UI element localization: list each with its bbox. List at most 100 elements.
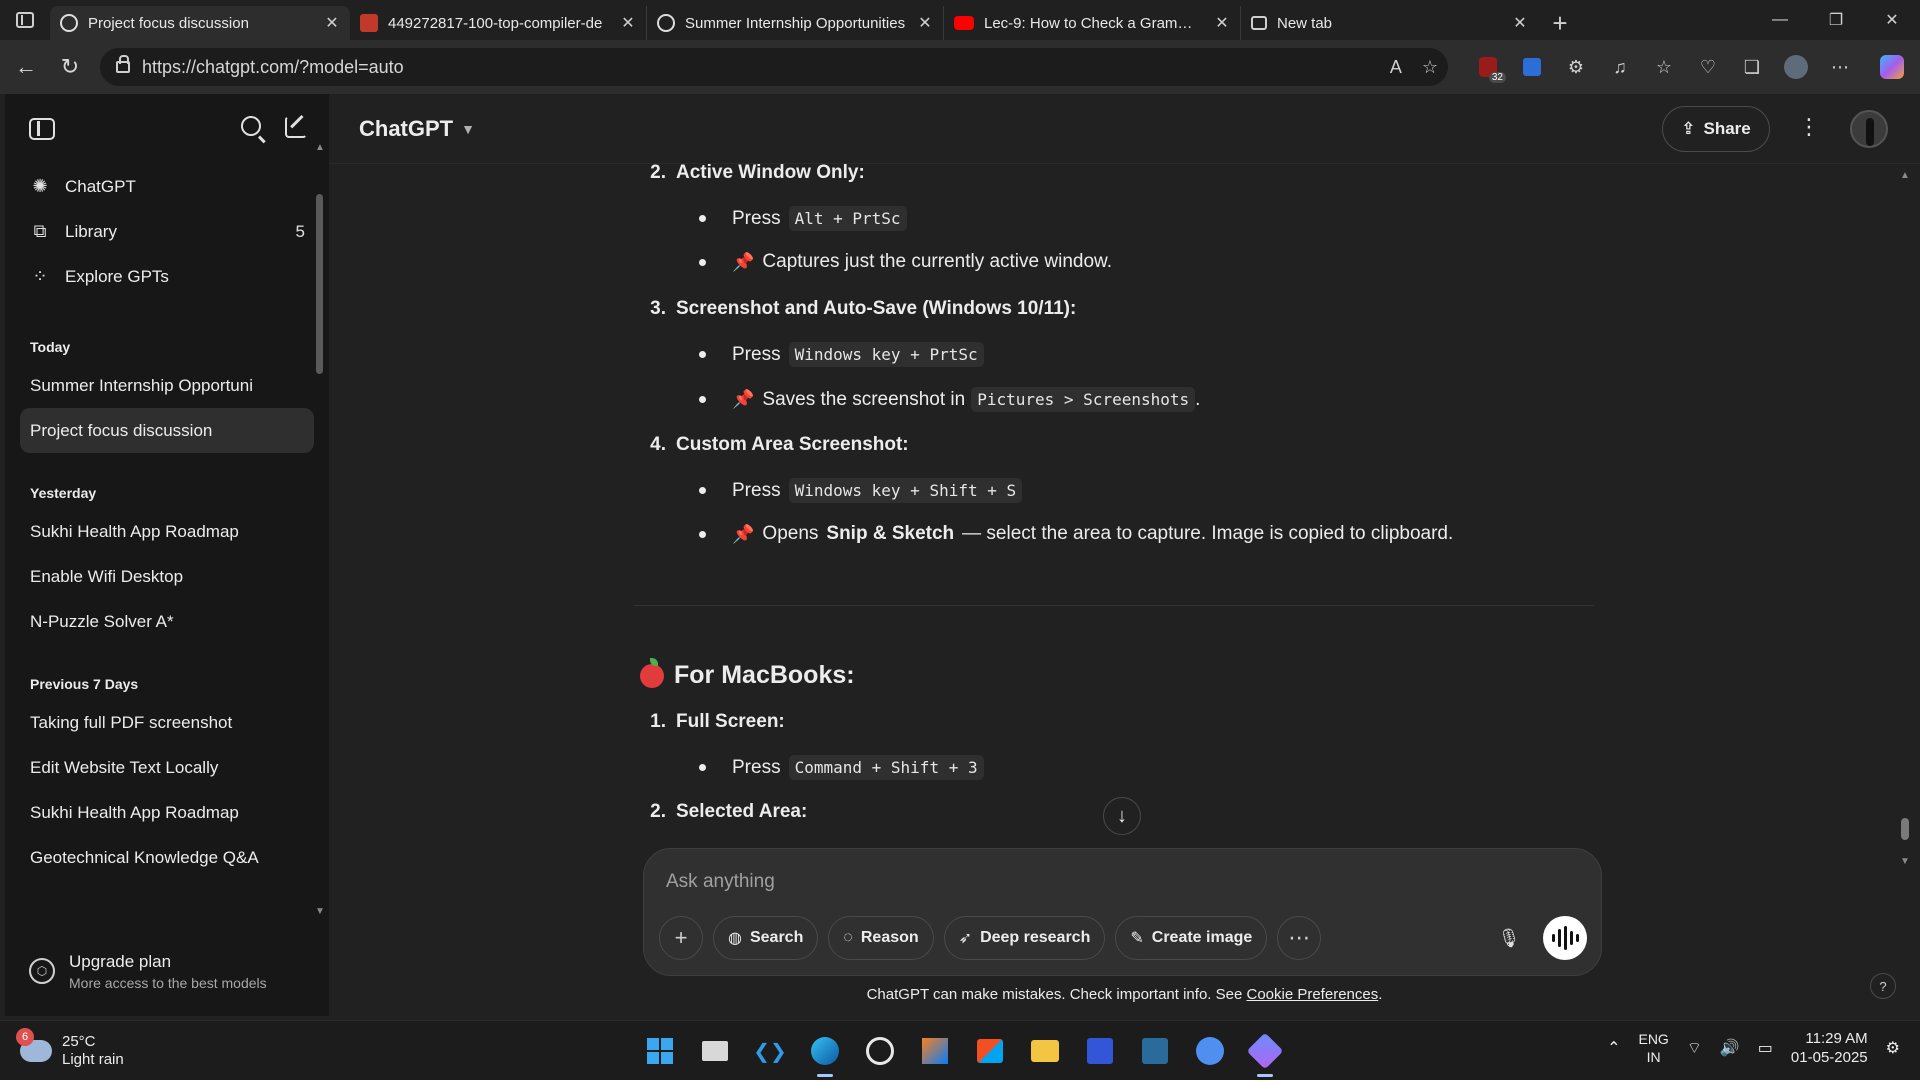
more-options-icon[interactable]: ⋯ (1822, 49, 1858, 85)
sidebar-item-chatgpt[interactable]: ✺ ChatGPT (5, 164, 329, 209)
refresh-icon[interactable]: ↻ (48, 47, 92, 87)
favorites-icon[interactable]: ☆ (1646, 49, 1682, 85)
scroll-up-icon[interactable]: ▲ (1900, 170, 1910, 181)
prompt-input[interactable] (666, 867, 1546, 897)
scroll-to-bottom-button[interactable]: ↓ (1103, 797, 1141, 835)
browser-tab-2[interactable]: Summer Internship Opportunities ✕ (647, 6, 944, 40)
model-selector[interactable]: ChatGPT ▼ (359, 116, 475, 142)
health-icon[interactable]: ♡ (1690, 49, 1726, 85)
weather-widget[interactable]: 6 25°C Light rain (16, 1028, 124, 1069)
chat-item[interactable]: Enable Wifi Desktop (20, 554, 314, 599)
search-icon[interactable] (241, 116, 261, 136)
sidebar-scroll-down-icon[interactable]: ▼ (315, 906, 325, 917)
lock-icon[interactable] (116, 55, 130, 73)
back-icon[interactable]: ← (4, 47, 48, 87)
taskbar: 6 25°C Light rain ❮❯ ⌃ ENG IN ⌔ 🔊 ▭ 11:2… (0, 1020, 1920, 1080)
microphone-icon[interactable]: 🎙 (1487, 916, 1531, 960)
extensions-puzzle-icon[interactable]: ⚙ (1558, 49, 1594, 85)
jetbrains-icon[interactable] (913, 1029, 957, 1073)
clock[interactable]: 11:29 AM 01-05-2025 (1791, 1029, 1868, 1067)
copilot-app-icon[interactable] (1243, 1029, 1287, 1077)
close-tab-icon[interactable]: ✕ (1214, 13, 1230, 33)
profile-icon[interactable] (1778, 49, 1814, 85)
avatar[interactable] (1850, 110, 1888, 148)
file-explorer-icon[interactable] (1023, 1029, 1067, 1073)
chat-item[interactable]: Sukhi Health App Roadmap (20, 790, 314, 835)
vnc-icon[interactable] (1133, 1029, 1177, 1073)
whatsapp-icon[interactable] (858, 1029, 902, 1073)
wifi-icon[interactable]: ⌔ (1687, 1038, 1702, 1058)
close-tab-icon[interactable]: ✕ (324, 13, 340, 33)
task-view-icon[interactable] (693, 1029, 737, 1073)
scroll-down-icon[interactable]: ▼ (1900, 856, 1910, 867)
deep-research-button[interactable]: ➶ Deep research (943, 916, 1106, 960)
sidebar-scroll-up-icon[interactable]: ▲ (315, 142, 325, 153)
minimize-icon[interactable]: — (1752, 0, 1808, 40)
chat-item-active[interactable]: Project focus discussion (20, 408, 314, 453)
main-scrollbar[interactable]: ▲ ▼ (1898, 164, 1912, 867)
browser-tab-4[interactable]: New tab ✕ (1241, 6, 1538, 40)
sidebar-item-explore-gpts[interactable]: ⁘ Explore GPTs (5, 254, 329, 299)
browser-tab-1[interactable]: 449272817-100-top-compiler-de ✕ (350, 6, 647, 40)
list-item: 2. Selected Area: (642, 801, 807, 823)
collections-icon[interactable]: ❏ (1734, 49, 1770, 85)
search-button[interactable]: ◍ Search (713, 916, 819, 960)
sidebar: ✺ ChatGPT ⧉ Library 5 ⁘ Explore GPTs Tod… (5, 94, 329, 1016)
extension-blue-icon[interactable] (1514, 49, 1550, 85)
tab-actions-icon[interactable] (0, 0, 50, 40)
chevron-up-icon[interactable]: ⌃ (1607, 1038, 1620, 1058)
voice-mode-button[interactable] (1543, 916, 1587, 960)
sidebar-toggle-icon[interactable] (29, 118, 55, 140)
close-tab-icon[interactable]: ✕ (620, 13, 636, 33)
upgrade-plan-button[interactable]: ⬡ Upgrade plan More access to the best m… (5, 926, 329, 1016)
vscode-icon[interactable]: ❮❯ (748, 1029, 792, 1073)
close-tab-icon[interactable]: ✕ (917, 13, 933, 33)
language-indicator[interactable]: ENG IN (1638, 1030, 1668, 1066)
bullet-text: Press (732, 207, 781, 229)
more-options-icon[interactable]: ⋮ (1798, 114, 1820, 140)
notifications-icon[interactable]: ⚙ (1886, 1038, 1900, 1058)
mysql-workbench-icon[interactable] (1078, 1029, 1122, 1073)
chat-item[interactable]: Taking full PDF screenshot (20, 700, 314, 745)
chat-item[interactable]: Sukhi Health App Roadmap (20, 509, 314, 554)
reason-button[interactable]: ◌ Reason (828, 916, 934, 960)
close-window-icon[interactable]: ✕ (1864, 0, 1920, 40)
media-icon[interactable]: ♫ (1602, 49, 1638, 85)
section-label-previous-7-days: Previous 7 Days (30, 676, 139, 692)
browser-tab-0[interactable]: Project focus discussion ✕ (50, 6, 350, 40)
openai-icon: ✺ (32, 176, 48, 196)
chat-item[interactable]: N-Puzzle Solver A* (20, 599, 314, 644)
sidebar-item-library[interactable]: ⧉ Library 5 (5, 209, 329, 254)
store-icon[interactable] (968, 1029, 1012, 1073)
restore-icon[interactable]: ❐ (1808, 0, 1864, 40)
close-tab-icon[interactable]: ✕ (1512, 13, 1528, 33)
volume-icon[interactable]: 🔊 (1720, 1038, 1740, 1058)
attach-button[interactable]: + (659, 916, 703, 960)
url-field[interactable]: https://chatgpt.com/?model=auto A ☆ (100, 48, 1448, 86)
favorite-star-icon[interactable]: ☆ (1422, 57, 1438, 78)
scrollbar-thumb[interactable] (1901, 818, 1909, 840)
url-text[interactable]: https://chatgpt.com/?model=auto (142, 57, 404, 78)
new-tab-button[interactable]: + (1538, 6, 1582, 40)
more-tools-button[interactable]: ⋯ (1277, 916, 1322, 960)
ublock-extension-icon[interactable]: 32 (1470, 49, 1506, 85)
bullet-text: . (1195, 388, 1201, 410)
edge-icon[interactable] (803, 1029, 847, 1077)
read-aloud-icon[interactable]: A (1390, 57, 1402, 78)
chat-item[interactable]: Edit Website Text Locally (20, 745, 314, 790)
browser-tab-3[interactable]: Lec-9: How to Check a Grammar i ✕ (944, 6, 1241, 40)
help-button[interactable]: ? (1870, 973, 1896, 999)
cookie-preferences-link[interactable]: Cookie Preferences (1246, 986, 1378, 1003)
battery-icon[interactable]: ▭ (1758, 1038, 1773, 1058)
app-a-icon[interactable] (1188, 1029, 1232, 1073)
share-button[interactable]: ⇪ Share (1662, 106, 1770, 152)
copilot-icon[interactable] (1874, 49, 1910, 85)
chat-item[interactable]: Summer Internship Opportuni (20, 363, 314, 408)
address-bar-row: ← ↻ https://chatgpt.com/?model=auto A ☆ … (0, 40, 1920, 94)
chat-item[interactable]: Geotechnical Knowledge Q&A (20, 835, 314, 880)
sidebar-scrollbar[interactable] (316, 194, 323, 374)
start-icon[interactable] (638, 1029, 682, 1073)
create-image-button[interactable]: ✎ Create image (1115, 916, 1268, 960)
chevron-down-icon: ▼ (461, 121, 475, 137)
new-chat-icon[interactable] (285, 116, 307, 138)
